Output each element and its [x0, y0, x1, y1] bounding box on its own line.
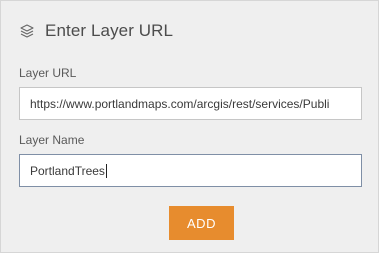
panel-title: Enter Layer URL	[45, 21, 174, 40]
layers-icon	[19, 23, 35, 39]
layer-name-input[interactable]: PortlandTrees	[19, 154, 362, 187]
layer-name-value: PortlandTrees	[30, 163, 105, 178]
layer-url-input[interactable]: https://www.portlandmaps.com/arcgis/rest…	[19, 87, 362, 120]
layer-url-value: https://www.portlandmaps.com/arcgis/rest…	[30, 96, 330, 111]
layer-url-label: Layer URL	[19, 66, 77, 80]
layer-name-label: Layer Name	[19, 133, 85, 147]
text-cursor	[105, 163, 107, 178]
panel-header: Enter Layer URL	[19, 19, 173, 43]
add-button[interactable]: ADD	[169, 206, 234, 240]
enter-layer-url-panel: Enter Layer URL Layer URL https://www.po…	[0, 0, 379, 253]
